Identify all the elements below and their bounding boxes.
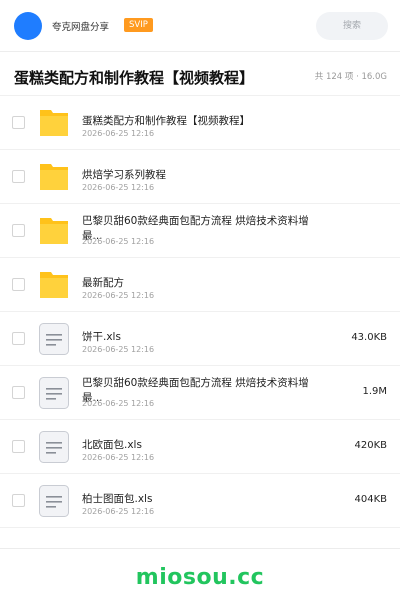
list-item[interactable]: 北欧面包.xls 2026-06-25 12:16 420KB [0,420,400,474]
list-item[interactable]: 巴黎贝甜60款经典面包配方流程 烘焙技术资料增最... 2026-06-25 1… [0,204,400,258]
item-name: 蛋糕类配方和制作教程【视频教程】 [82,115,250,127]
item-checkbox[interactable] [12,224,25,237]
item-checkbox[interactable] [12,440,25,453]
list-item[interactable]: 柏士图面包.xls 2026-06-25 12:16 404KB [0,474,400,528]
item-date: 2026-06-25 12:16 [82,507,155,516]
item-size: 404KB [354,494,387,505]
list-item[interactable]: 巴黎贝甜60款经典面包配方流程 烘焙技术资料增最... 2026-06-25 1… [0,366,400,420]
folder-icon [40,110,68,136]
search-button[interactable]: 搜索 [316,12,388,40]
list-item[interactable]: 最新配方 2026-06-25 12:16 [0,258,400,312]
item-date: 2026-06-25 12:16 [82,291,155,300]
file-list: 蛋糕类配方和制作教程【视频教程】 2026-06-25 12:16 烘焙学习系列… [0,96,400,528]
list-item[interactable]: 烘焙学习系列教程 2026-06-25 12:16 [0,150,400,204]
document-icon [39,323,69,355]
item-date: 2026-06-25 12:16 [82,183,155,192]
folder-icon [40,218,68,244]
item-summary: 共 124 项 · 16.0G [314,72,387,82]
item-checkbox[interactable] [12,332,25,345]
item-date: 2026-06-25 12:16 [82,129,155,138]
item-size: 420KB [354,440,387,451]
item-name: 烘焙学习系列教程 [82,169,166,181]
folder-icon [40,164,68,190]
svip-badge: SVIP [124,18,153,32]
item-size: 43.0KB [351,332,387,343]
item-size: 1.9M [362,386,387,397]
item-name: 柏士图面包.xls [82,493,153,505]
document-icon [39,377,69,409]
page-title: 蛋糕类配方和制作教程【视频教程】 [14,69,255,87]
item-date: 2026-06-25 12:16 [82,345,155,354]
item-name: 饼干.xls [82,331,121,343]
item-date: 2026-06-25 12:16 [82,453,155,462]
folder-icon [40,272,68,298]
document-icon [39,485,69,517]
watermark: miosou.cc [135,565,265,590]
document-icon [39,431,69,463]
avatar[interactable] [14,12,42,40]
list-item[interactable]: 蛋糕类配方和制作教程【视频教程】 2026-06-25 12:16 [0,96,400,150]
item-name: 最新配方 [82,277,124,289]
item-name: 北欧面包.xls [82,439,142,451]
item-checkbox[interactable] [12,494,25,507]
list-item[interactable]: 饼干.xls 2026-06-25 12:16 43.0KB [0,312,400,366]
brand-name: 夸克网盘分享 [52,22,110,33]
folder-title-bar: 蛋糕类配方和制作教程【视频教程】 共 124 项 · 16.0G [0,52,400,96]
item-checkbox[interactable] [12,116,25,129]
item-checkbox[interactable] [12,170,25,183]
item-checkbox[interactable] [12,278,25,291]
item-checkbox[interactable] [12,386,25,399]
item-date: 2026-06-25 12:16 [82,399,155,408]
app-header: 夸克网盘分享 SVIP 搜索 [0,0,400,52]
item-date: 2026-06-25 12:16 [82,237,155,246]
